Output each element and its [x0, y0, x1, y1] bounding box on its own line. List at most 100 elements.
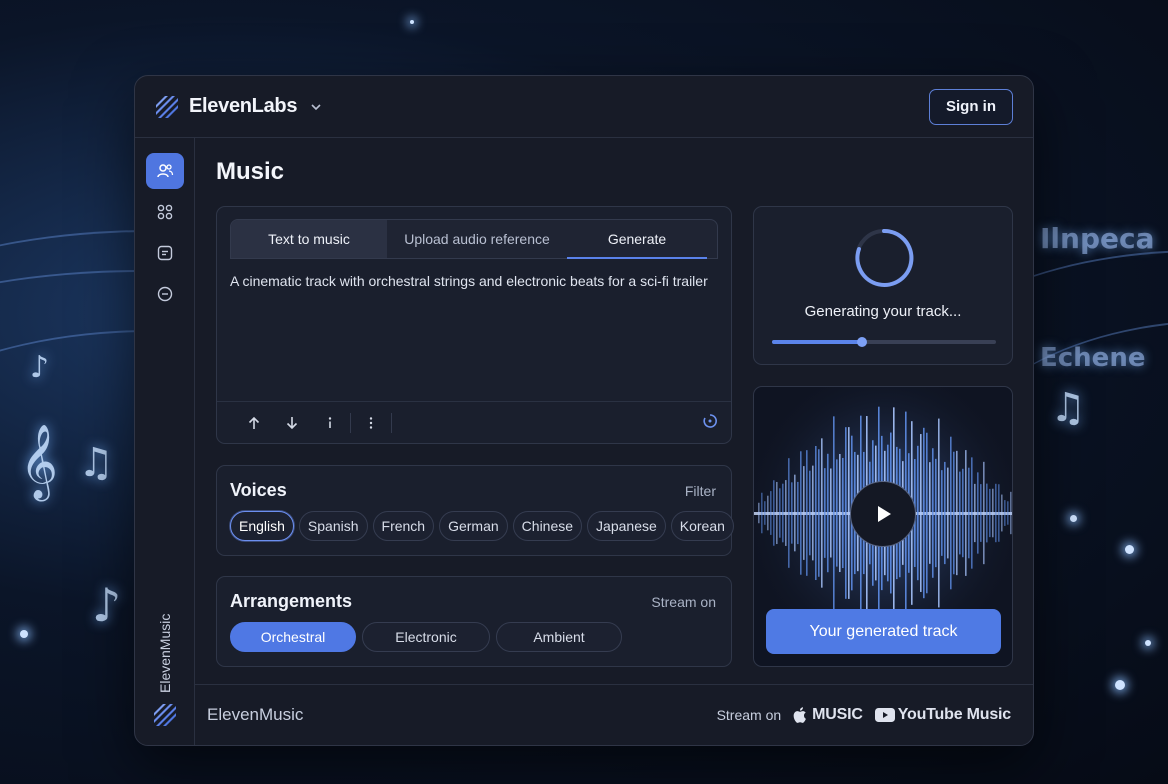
- progress-knob[interactable]: [856, 337, 867, 347]
- play-icon: [878, 506, 891, 522]
- waveform-bar: [794, 474, 796, 552]
- waveform-bar: [773, 480, 775, 546]
- generated-track-button[interactable]: Your generated track: [766, 609, 1001, 654]
- waveform-bar: [980, 484, 982, 542]
- arrow-down-icon: [286, 416, 298, 429]
- music-note-icon: ♪: [30, 350, 50, 385]
- waveform-bar: [983, 461, 985, 565]
- waveform-bar: [941, 470, 943, 556]
- generation-status-card: Generating your track...: [753, 206, 1013, 365]
- voice-chip-french[interactable]: French: [372, 511, 435, 541]
- background-dot: [1125, 545, 1134, 554]
- loading-indicator-button[interactable]: [701, 412, 719, 435]
- background-glyphs: Ilnpeca: [1040, 222, 1155, 255]
- more-options-button[interactable]: [352, 408, 390, 438]
- voice-chip-chinese[interactable]: Chinese: [512, 511, 583, 541]
- tab-upload-audio-reference[interactable]: Upload audio reference: [387, 220, 567, 258]
- app-window: ElevenLabs Sign in ElevenMusic Music Tex…: [134, 75, 1034, 746]
- waveform-bar: [929, 462, 931, 564]
- waveform-bar: [836, 459, 838, 567]
- arrangement-chip-orchestral[interactable]: Orchestral: [230, 622, 356, 652]
- users-icon: [156, 164, 173, 178]
- waveform-bar: [920, 434, 922, 592]
- waveform-bar: [986, 483, 988, 543]
- sidebar-item-grid[interactable]: [146, 194, 184, 230]
- waveform-bar: [833, 416, 835, 610]
- waveform-bar: [809, 470, 811, 556]
- minus-circle-icon: [157, 286, 172, 302]
- arrangement-chip-electronic[interactable]: Electronic: [362, 622, 490, 652]
- track-player: Your generated track: [753, 386, 1013, 667]
- sidebar-item-document[interactable]: [146, 235, 184, 271]
- voice-chip-english[interactable]: English: [230, 511, 294, 541]
- arrangement-chip-list: Orchestral Electronic Ambient: [230, 622, 622, 652]
- voice-chip-german[interactable]: German: [439, 511, 508, 541]
- waveform-bar: [845, 427, 847, 599]
- arrangement-chip-ambient[interactable]: Ambient: [496, 622, 622, 652]
- background-dot: [410, 20, 414, 24]
- waveform-bar: [917, 445, 919, 581]
- waveform-bar: [761, 492, 763, 534]
- info-icon: [328, 416, 332, 428]
- waveform-bar: [815, 445, 817, 581]
- waveform-bar: [791, 482, 793, 544]
- waveform-bar: [800, 451, 802, 575]
- waveform-bar: [923, 427, 925, 599]
- filter-button[interactable]: Filter: [685, 483, 716, 499]
- waveform-bar: [962, 468, 964, 558]
- waveform-bar: [821, 438, 823, 588]
- sidebar-item-users[interactable]: [145, 153, 184, 189]
- voice-chip-korean[interactable]: Korean: [670, 511, 734, 541]
- apple-music-link[interactable]: MUSIC: [793, 706, 863, 724]
- sidebar-item-remove[interactable]: [146, 276, 184, 312]
- waveform-bar: [956, 450, 958, 576]
- waveform-bar: [824, 468, 826, 558]
- waveform-bar: [1001, 494, 1003, 532]
- arrow-up-button[interactable]: [235, 408, 273, 438]
- stream-on-label: Stream on: [716, 707, 782, 723]
- document-icon: [157, 245, 172, 261]
- voices-section: Voices Filter English Spanish French Ger…: [216, 465, 734, 556]
- waveform-bar: [959, 471, 961, 555]
- background-dot: [1115, 680, 1125, 690]
- voice-chip-spanish[interactable]: Spanish: [298, 511, 368, 541]
- waveform-bar: [776, 481, 778, 545]
- waveform-bar: [992, 488, 994, 538]
- streaming-services: Stream on MUSIC YouTube Music: [716, 706, 1012, 724]
- tab-generate[interactable]: Generate: [567, 220, 707, 259]
- waveform-bar: [806, 450, 808, 576]
- waveform-bar: [953, 451, 955, 575]
- play-button[interactable]: [850, 481, 916, 547]
- waveform-bar: [977, 472, 979, 554]
- prompt-textarea[interactable]: A cinematic track with orchestral string…: [230, 273, 720, 289]
- generation-status-text: Generating your track...: [804, 303, 962, 320]
- waveform-bar: [770, 491, 772, 535]
- prompt-editor: Text to music Upload audio reference Gen…: [216, 206, 732, 444]
- brand-switcher[interactable]: ElevenLabs: [153, 93, 323, 121]
- waveform-bar: [935, 458, 937, 568]
- waveform-bar: [968, 467, 970, 559]
- waveform-bar: [827, 453, 829, 573]
- chevron-down-icon: [311, 103, 321, 110]
- waveform-bar: [818, 449, 820, 577]
- voice-chip-japanese[interactable]: Japanese: [587, 511, 666, 541]
- waveform-bar: [767, 495, 769, 531]
- stream-on-link[interactable]: Stream on: [651, 594, 716, 610]
- waveform-bar: [965, 450, 967, 576]
- arrow-down-button[interactable]: [273, 408, 311, 438]
- tab-text-to-music[interactable]: Text to music: [231, 220, 387, 258]
- info-button[interactable]: [311, 408, 349, 438]
- waveform-bar: [1010, 491, 1012, 535]
- music-note-icon: ♫: [1050, 385, 1086, 431]
- waveform-bar: [782, 483, 784, 543]
- sign-in-button[interactable]: Sign in: [929, 88, 1013, 125]
- waveform-bar: [971, 457, 973, 569]
- voices-title: Voices: [230, 480, 287, 500]
- waveform-bar: [998, 484, 1000, 542]
- background-dot: [20, 630, 28, 638]
- waveform-bar: [926, 432, 928, 594]
- youtube-music-link[interactable]: YouTube Music: [874, 706, 1011, 724]
- toolbar-divider: [350, 412, 351, 433]
- waveform-bar: [995, 483, 997, 543]
- apple-music-label: MUSIC: [812, 706, 863, 723]
